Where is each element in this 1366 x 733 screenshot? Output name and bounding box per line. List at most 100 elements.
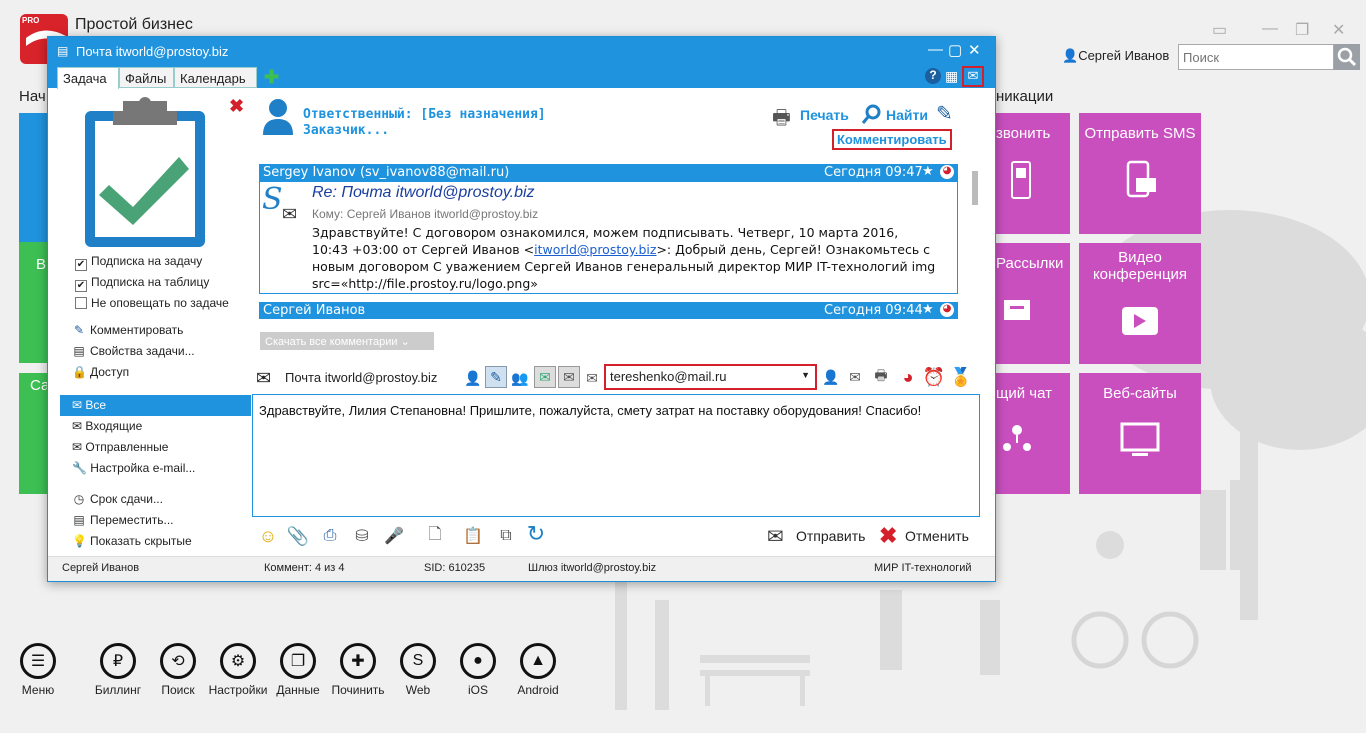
contact-icon[interactable]: 👤 [463,368,483,388]
calendar-clock-icon[interactable]: ▦ [945,68,958,85]
dock-ios-label: iOS [467,683,488,697]
action-label: Комментировать [90,323,184,337]
search-input[interactable] [1178,44,1334,70]
remove-icon[interactable]: ✖ [229,96,244,117]
dialog-tabs: Задача Файлы Календарь ✚ ? ▦ ✉ [48,66,995,89]
smiley-icon[interactable]: ☺ [258,526,278,546]
keyboard-icon[interactable]: ▭ [1212,20,1227,40]
add-mail-icon[interactable]: ✉ [534,366,556,388]
message-header[interactable]: Sergey Ivanov (sv_ivanov88@mail.ru) Сего… [259,164,958,181]
action-access[interactable]: 🔒 Доступ [72,365,129,379]
folder-label: Все [85,398,107,412]
tile-mailing[interactable]: Рассылки [996,243,1070,364]
folder-inbox[interactable]: ✉ Входящие [60,416,251,437]
recipient-select[interactable]: tereshenko@mail.ru ▼ [604,364,817,390]
comment-textarea[interactable]: Здравствуйте, Лилия Степановна! Пришлите… [252,394,980,517]
attach-document-icon[interactable]: 🗋 [425,526,445,546]
scrollbar-thumb[interactable] [972,171,978,205]
star-icon[interactable]: ★ [922,164,934,179]
paste-icon[interactable]: 📋 [463,526,483,546]
checkbox-subscribe-task[interactable]: ✔ Подписка на задачу [75,254,202,271]
folder-label: Настройка e-mail... [90,461,196,475]
action-show-hidden[interactable]: 💡 Показать скрытые [72,534,192,548]
tab-task[interactable]: Задача [57,67,119,89]
action-move[interactable]: ▤ Переместить... [72,513,173,527]
tile-general-chat[interactable]: щий чат [996,373,1070,494]
dialog-minimize-icon[interactable]: — [928,41,943,58]
action-comment[interactable]: ✎ Комментировать [72,323,183,337]
message-text-part: >: Добрый день, Сергей! Ознакомьтесь с [656,242,931,257]
comments-thread[interactable]: Sergey Ivanov (sv_ivanov88@mail.ru) Сего… [259,164,958,324]
message-text-part: 10:43 +03:00 от Сергей Иванов < [312,242,535,257]
dialog-maximize-icon[interactable]: ▢ [948,41,962,59]
tile-video-conference[interactable]: Видео конференция [1079,243,1201,364]
print-button[interactable]: Печать [800,107,849,123]
action-task-properties[interactable]: ▤ Свойства задачи... [72,344,194,358]
microphone-icon[interactable]: 🎤 [384,526,404,546]
message-text: Здравствуйте! С договором ознакомился, м… [312,224,958,292]
tile-call[interactable]: звонить [996,113,1070,234]
copy-icon[interactable]: ⧉ [496,526,516,546]
tab-calendar[interactable]: Календарь [174,67,257,88]
current-user[interactable]: 👤Сергей Иванов [1062,48,1169,64]
search-icon [1337,47,1357,67]
paperclip-icon[interactable]: 📎 [287,526,309,546]
tile-websites[interactable]: Веб-сайты [1079,373,1201,494]
dialog-close-icon[interactable]: ✕ [968,41,981,59]
download-all-comments-button[interactable]: Скачать все комментарии ⌄ [260,332,434,350]
dock-android[interactable]: ▲ Android [503,643,573,697]
group-icon[interactable]: 👥 [510,368,530,388]
tab-files[interactable]: Файлы [119,67,174,88]
folder-all[interactable]: ✉ Все [60,395,251,416]
minimize-icon[interactable]: — [1262,20,1278,38]
customer-link[interactable]: Заказчик... [303,123,389,138]
envelope-icon: ✉ [282,204,298,224]
restore-icon[interactable]: ❐ [1295,20,1309,40]
star-icon[interactable]: ★ [922,302,934,317]
tile-send-sms[interactable]: Отправить SMS [1079,113,1201,234]
magnifier-icon[interactable] [861,103,883,125]
user-name: Сергей Иванов [1078,48,1170,63]
responsible-link[interactable]: Ответственный: [Без назначения] [303,107,546,122]
dock-menu[interactable]: ☰ Меню [3,643,73,697]
section-label-left: Нач [19,88,46,105]
android-icon: ▲ [520,643,556,679]
assign-user-icon[interactable]: 👤 [821,367,841,387]
send-button[interactable]: Отправить [796,528,865,544]
close-icon[interactable]: ✕ [1332,20,1345,40]
award-icon[interactable]: 🏅 [950,367,972,387]
status-pie-icon[interactable]: ◕ [898,367,918,387]
mail-icon[interactable]: ✉ [962,66,984,87]
alarm-clock-icon[interactable]: ⏰ [923,367,945,387]
database-icon[interactable]: ⛁ [352,526,372,546]
open-mail-icon[interactable]: ✉ [558,366,580,388]
group-chat-icon [1003,424,1031,451]
folder-sent[interactable]: ✉ Отправленные [60,437,251,458]
checkbox-no-notify[interactable]: Не оповещать по задаче [75,296,229,310]
thread-scrollbar[interactable] [970,157,980,323]
user-icon: 👤 [1062,48,1079,63]
dialog-titlebar[interactable]: ▤ Почта itworld@prostoy.biz — ▢ ✕ [48,37,995,66]
help-icon[interactable]: ? [925,68,941,84]
folder-email-settings[interactable]: 🔧 Настройка e-mail... [60,458,251,479]
dock-menu-label: Меню [21,683,55,697]
search-button[interactable] [1334,44,1360,70]
edit-pencil-icon[interactable]: ✎ [936,101,953,126]
email-link[interactable]: itworld@prostoy.biz [534,242,656,257]
find-button[interactable]: Найти [886,107,928,123]
checkbox-subscribe-table[interactable]: ✔ Подписка на таблицу [75,275,209,292]
printer-icon[interactable]: 🖶 [772,103,791,137]
cancel-button[interactable]: Отменить [905,528,969,544]
action-due-date[interactable]: ◷ Срок сдачи... [72,492,163,506]
add-tab-icon[interactable]: ✚ [264,67,279,88]
message-header[interactable]: Сергей Иванов Сегодня 09:44 ★ ◕ [259,302,958,319]
edit-icon[interactable]: ✎ [485,366,507,388]
cancel-x-icon: ✖ [879,523,898,548]
print-check-icon[interactable]: 🖶 [871,367,891,387]
action-label: Показать скрытые [90,534,192,548]
mail-check-icon[interactable]: ✉ [845,367,865,387]
message-time: Сегодня 09:44 [824,303,923,318]
refresh-icon[interactable]: ↻ [526,521,546,546]
comment-button[interactable]: Комментировать [832,129,952,150]
scanner-icon[interactable]: ⎙ [320,526,340,546]
